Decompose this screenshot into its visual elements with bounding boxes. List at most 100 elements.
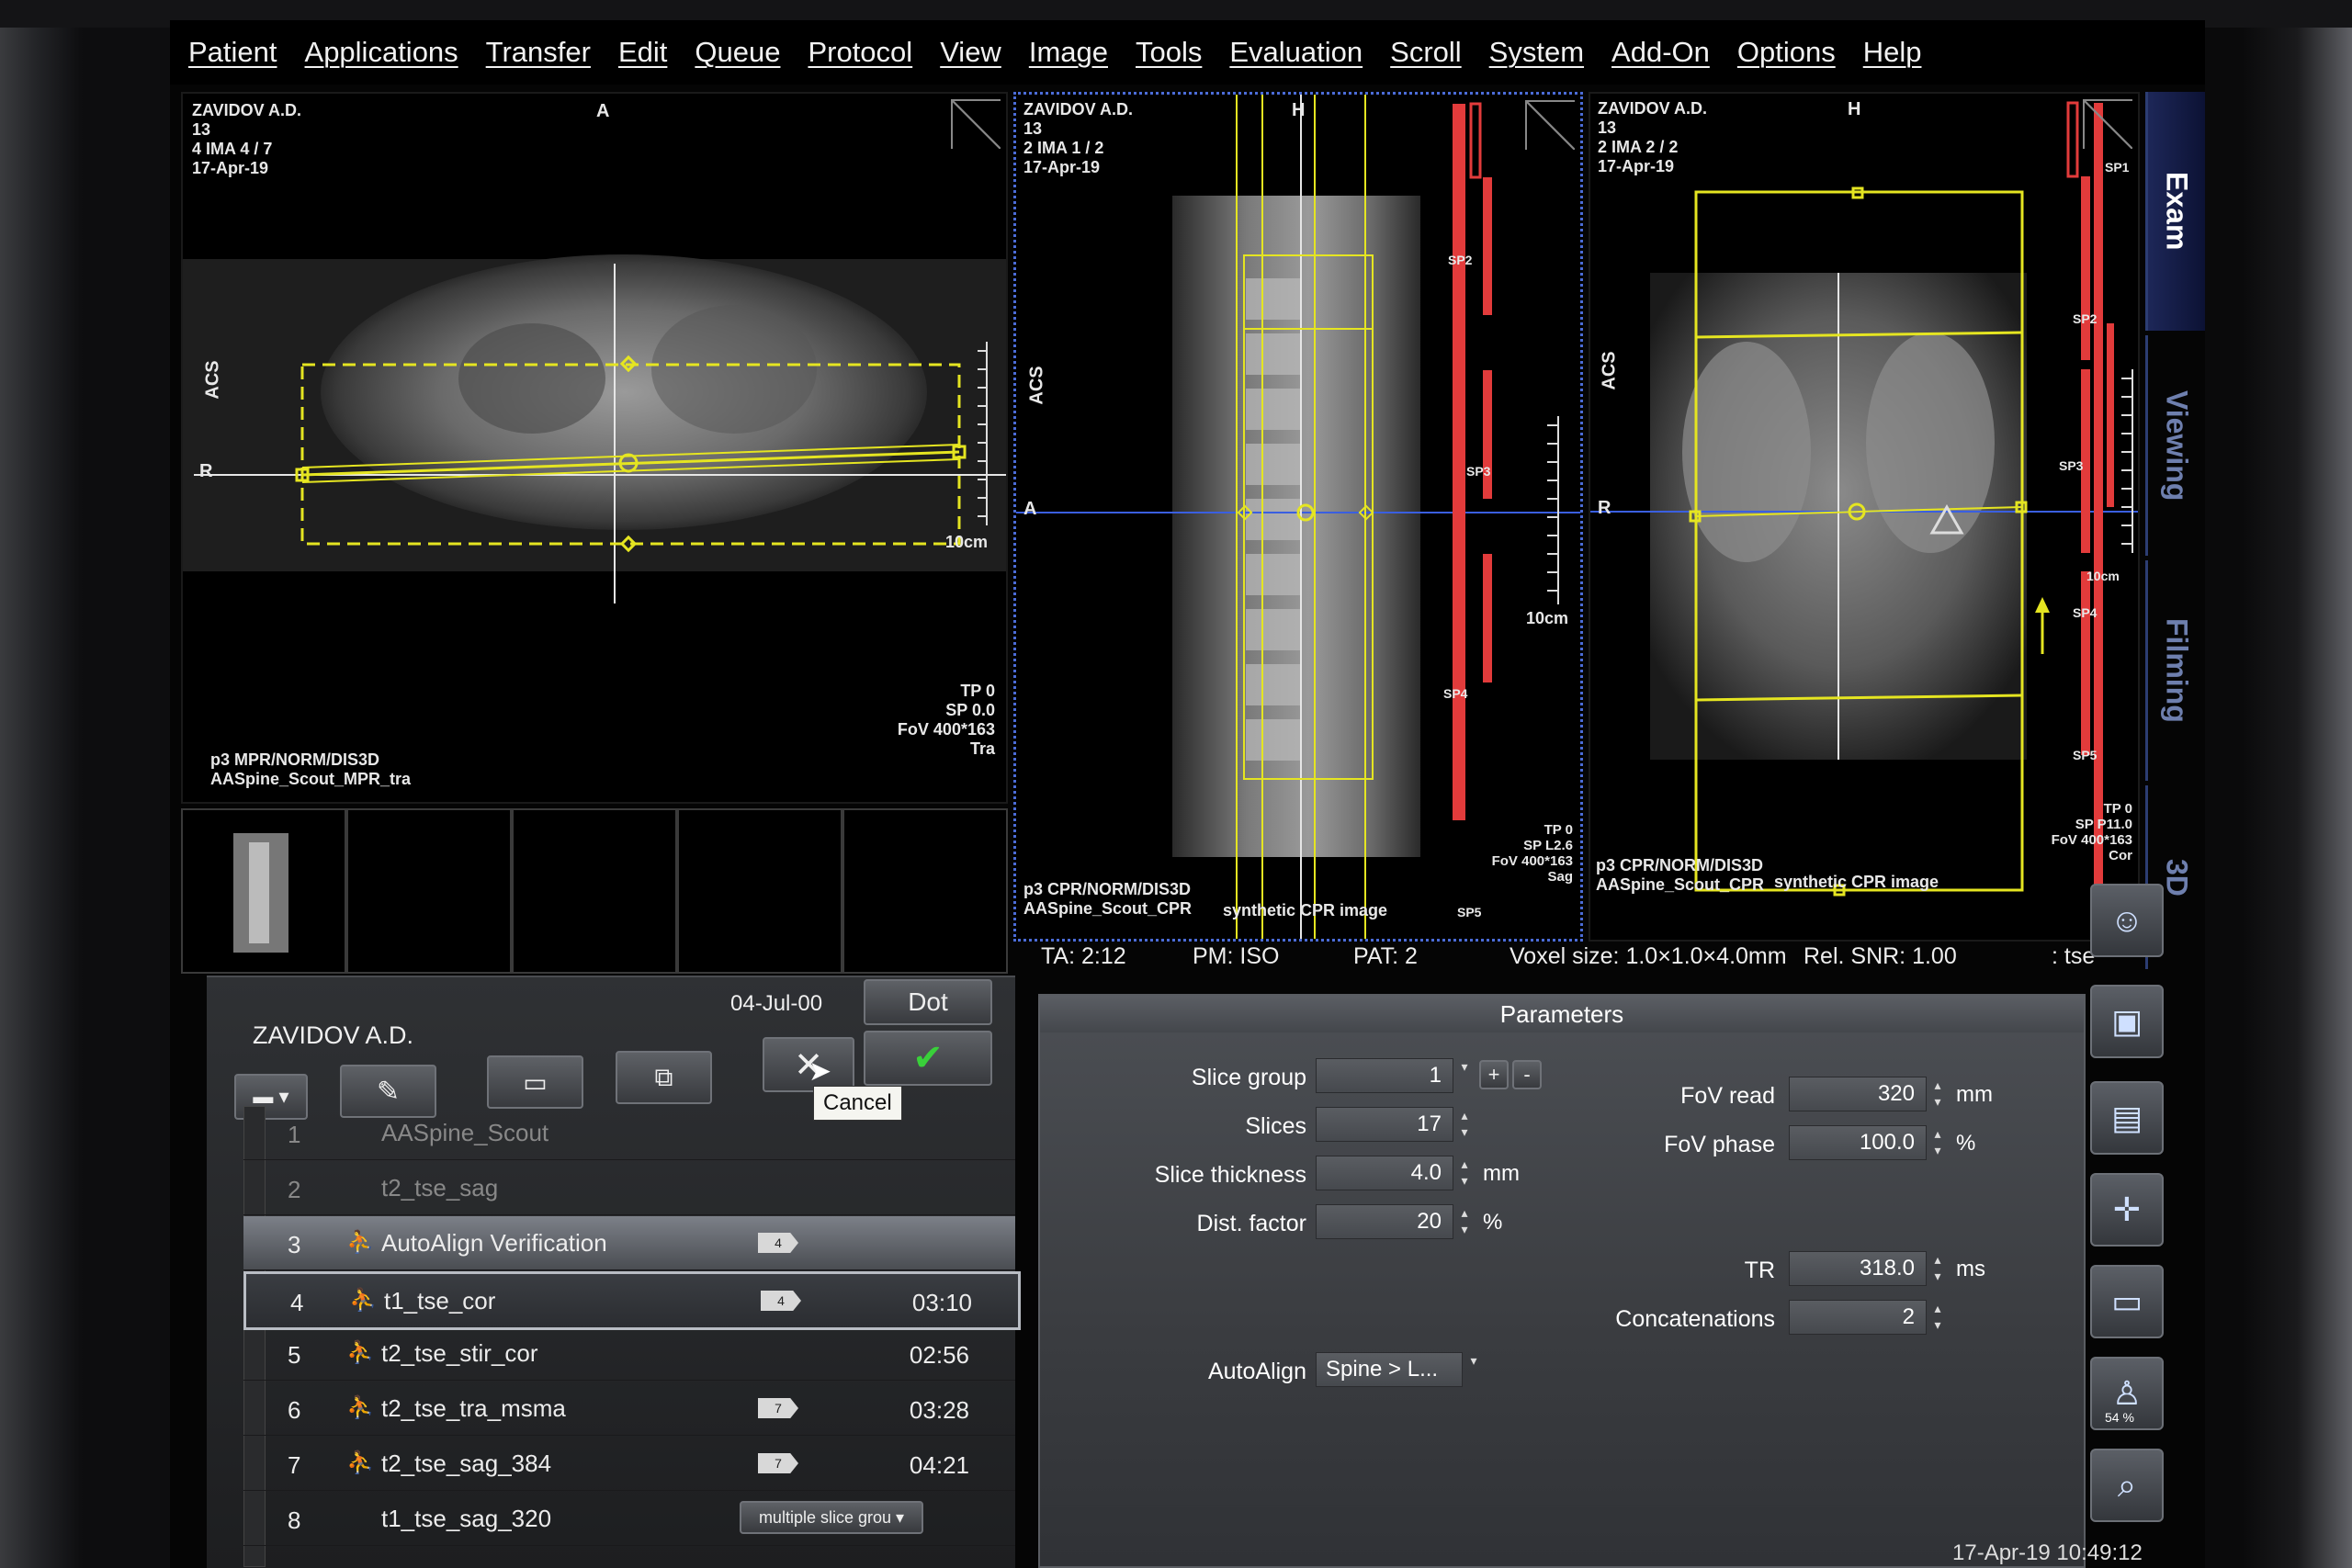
protocol-name: t1_tse_cor (384, 1287, 496, 1314)
spinner-icon[interactable]: ▴ ▾ (1928, 1251, 1947, 1286)
runner-icon: ⛹ (346, 1450, 374, 1475)
patient-position-button[interactable]: ♙ 54 % (2090, 1357, 2164, 1430)
protocol-list: 1 AASpine_Scout 2 t2_tse_sag 3 ⛹ AutoAli… (243, 1106, 1021, 1567)
thumbnail-1[interactable] (181, 808, 346, 974)
slices-field[interactable]: 17 (1316, 1107, 1453, 1142)
menu-system[interactable]: System (1489, 36, 1584, 69)
dist-factor-label: Dist. factor (1196, 1211, 1306, 1236)
menu-queue[interactable]: Queue (695, 36, 780, 69)
protocol-row[interactable]: 1 AASpine_Scout (243, 1106, 1015, 1160)
protocol-number: 7 (288, 1451, 301, 1479)
sagittal-corner-marker[interactable] (1525, 100, 1575, 150)
spinner-icon[interactable]: ▴ ▾ (1928, 1125, 1947, 1160)
viewport-coronal[interactable]: ZAVIDOV A.D. 13 2 IMA 2 / 2 17-Apr-19 H … (1589, 92, 2140, 942)
spinner-icon[interactable]: ▴ ▾ (1455, 1204, 1474, 1239)
thumbnail-3[interactable] (512, 808, 677, 974)
menu-scroll[interactable]: Scroll (1390, 36, 1462, 69)
protocol-number: 5 (288, 1341, 301, 1369)
protocol-row[interactable]: 5 ⛹ t2_tse_stir_cor 02:56 (243, 1326, 1015, 1381)
protocol-row[interactable]: 6 ⛹ t2_tse_tra_msma 7 03:28 (243, 1382, 1015, 1436)
protocol-name: t2_tse_stir_cor (381, 1339, 538, 1367)
coronal-corner-marker[interactable] (2083, 99, 2132, 149)
menu-patient[interactable]: Patient (188, 36, 277, 69)
protocol-number: 2 (288, 1176, 301, 1203)
protocol-name: t2_tse_tra_msma (381, 1394, 566, 1422)
thumbnail-2[interactable] (346, 808, 512, 974)
viewport-axial[interactable]: ZAVIDOV A.D. 13 4 IMA 4 / 7 17-Apr-19 A … (181, 92, 1008, 804)
tab-viewing[interactable]: Viewing (2145, 335, 2205, 556)
copy-button[interactable]: ⧉ (616, 1051, 712, 1104)
parameters-title: Parameters (1040, 996, 2084, 1032)
sagittal-image-type: synthetic CPR image (1223, 901, 1388, 919)
screen: Patient Applications Transfer Edit Queue… (170, 20, 2205, 1568)
syringe-icon: ✎ (376, 1076, 401, 1107)
runner-icon: ⛹ (346, 1395, 374, 1420)
tab-filming[interactable]: Filming (2145, 560, 2205, 781)
tr-field[interactable]: 318.0 (1789, 1251, 1927, 1286)
axial-orient-left: ACS (202, 360, 223, 400)
chevron-down-icon: ▾ (891, 1507, 905, 1527)
document-icon: ▤ (2110, 1099, 2143, 1136)
protocol-row[interactable]: 3 ⛹ AutoAlign Verification 4 (243, 1216, 1015, 1270)
menu-add-on[interactable]: Add-On (1611, 36, 1710, 69)
fov-read-field[interactable]: 320 (1789, 1077, 1927, 1111)
sagittal-orient-left: ACS (1026, 366, 1047, 405)
slice-thickness-label: Slice thickness (1154, 1162, 1306, 1188)
menu-applications[interactable]: Applications (305, 36, 458, 69)
tab-exam[interactable]: Exam (2145, 92, 2205, 331)
dot-button[interactable]: Dot (864, 979, 992, 1025)
menu-edit[interactable]: Edit (618, 36, 667, 69)
axial-corner-marker[interactable] (951, 99, 1001, 149)
apply-button[interactable]: ✔ (864, 1031, 992, 1086)
dist-factor-field[interactable]: 20 (1316, 1204, 1453, 1239)
concatenations-field[interactable]: 2 (1789, 1300, 1927, 1335)
table-button[interactable]: ▭ (2090, 1265, 2164, 1338)
protocol-row[interactable]: 4 ⛹ t1_tse_cor 4 03:10 (243, 1271, 1021, 1330)
slice-thickness-field[interactable]: 4.0 (1316, 1156, 1453, 1190)
search-button[interactable]: ⌕ (2090, 1449, 2164, 1522)
head-icon: ☺ (2109, 901, 2144, 939)
image-view-button[interactable]: ▣ (2090, 985, 2164, 1058)
protocol-number: 8 (288, 1506, 301, 1534)
slices-label: Slices (1245, 1113, 1306, 1139)
menu-image[interactable]: Image (1029, 36, 1108, 69)
open-folder-button[interactable]: ▭ (487, 1055, 583, 1109)
protocol-row[interactable]: 2 t2_tse_sag (243, 1161, 1015, 1215)
menu-protocol[interactable]: Protocol (808, 36, 912, 69)
autoalign-select[interactable]: Spine > L... (1316, 1352, 1463, 1387)
coronal-fov-info: TP 0 SP P11.0 FoV 400*163 Cor (2051, 801, 2132, 863)
slice-group-select[interactable]: multiple slice grou ▾ (740, 1501, 923, 1534)
spinner-icon[interactable]: ▴ ▾ (1455, 1156, 1474, 1190)
axial-fov-info: TP 0 SP 0.0 FoV 400*163 Tra (897, 682, 995, 758)
sagittal-scale-label: 10cm (1526, 609, 1569, 627)
positioning-button[interactable]: ✛ (2090, 1173, 2164, 1247)
menu-tools[interactable]: Tools (1136, 36, 1202, 69)
protocol-name: t1_tse_sag_320 (381, 1505, 552, 1532)
thumbnail-4[interactable] (677, 808, 842, 974)
chevron-down-icon[interactable]: ▾ (1464, 1352, 1483, 1387)
copy-icon: ⧉ (654, 1062, 673, 1091)
protocol-panel: ZAVIDOV A.D. 04-Jul-00 Dot ▬ ▾ ✎ ▭ ⧉ ✕ ✔… (207, 976, 1021, 1568)
menu-evaluation[interactable]: Evaluation (1229, 36, 1363, 69)
axial-orient-r: R (199, 461, 213, 481)
spinner-icon[interactable]: ▴ ▾ (1928, 1300, 1947, 1335)
menu-view[interactable]: View (940, 36, 1001, 69)
spinner-icon[interactable]: ▴ ▾ (1928, 1077, 1947, 1111)
thumbnail-5[interactable] (842, 808, 1008, 974)
chevron-down-icon[interactable]: ▾ (1455, 1058, 1474, 1093)
document-button[interactable]: ▤ (2090, 1081, 2164, 1155)
spinner-icon[interactable]: ▴ ▾ (1455, 1107, 1474, 1142)
sagittal-orient-a: A (1023, 499, 1037, 519)
menu-transfer[interactable]: Transfer (486, 36, 591, 69)
menu-options[interactable]: Options (1737, 36, 1836, 69)
fov-phase-field[interactable]: 100.0 (1789, 1125, 1927, 1160)
head-coil-button[interactable]: ☺ (2090, 884, 2164, 957)
menu-help[interactable]: Help (1863, 36, 1922, 69)
protocol-number: 1 (288, 1121, 301, 1148)
protocol-row[interactable]: 7 ⛹ t2_tse_sag_384 7 04:21 (243, 1437, 1015, 1491)
protocol-row[interactable]: 8 t1_tse_sag_320 multiple slice grou ▾ (243, 1492, 1015, 1546)
parameters-panel: Parameters Slice group 1 ▾ + - Slices 17… (1038, 994, 2086, 1568)
axial-patient-header: ZAVIDOV A.D. 13 4 IMA 4 / 7 17-Apr-19 (192, 101, 302, 177)
viewport-sagittal[interactable]: ZAVIDOV A.D. 13 2 IMA 1 / 2 17-Apr-19 H … (1013, 92, 1583, 942)
slice-group-field[interactable]: 1 (1316, 1058, 1453, 1093)
